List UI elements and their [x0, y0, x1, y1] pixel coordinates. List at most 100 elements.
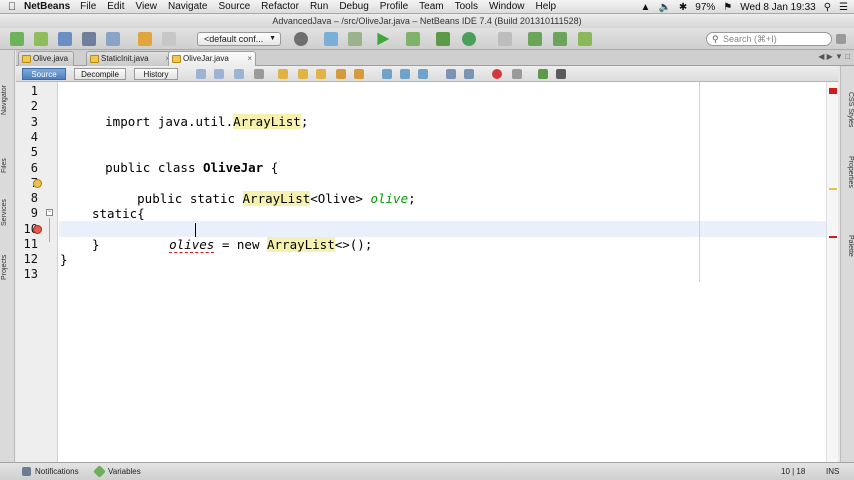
code-line-11: } [92, 237, 100, 252]
spotlight-icon[interactable]: ⚲ [824, 2, 831, 13]
code-token-field: olive [370, 191, 409, 206]
source-button[interactable]: Source [22, 68, 66, 80]
properties-tab[interactable]: Properties [842, 144, 854, 200]
uncomment-icon[interactable] [556, 69, 566, 79]
line-number-gutter[interactable]: 1 2 3 4 5 6 7 8 9 10 11 12 13 − [16, 82, 58, 462]
palette-tab[interactable]: Palette [842, 226, 854, 266]
tab-controls[interactable]: ◀ ▶ ▼ □ [818, 52, 850, 61]
new-project-icon[interactable] [34, 32, 48, 46]
tab-label: OliveJar.java [183, 54, 229, 63]
menu-help[interactable]: Help [536, 1, 557, 12]
forward-icon[interactable] [234, 69, 244, 79]
error-marker[interactable] [829, 236, 837, 238]
last-edit-icon[interactable] [196, 69, 206, 79]
menu-source[interactable]: Source [218, 1, 250, 12]
find-next-icon[interactable] [316, 69, 326, 79]
tab-olive-java[interactable]: Olive.java [18, 51, 74, 66]
fold-toggle-icon[interactable]: − [46, 209, 53, 216]
error-summary-marker[interactable] [829, 88, 837, 94]
window-title: AdvancedJava – /src/OliveJar.java – NetB… [0, 14, 854, 28]
code-token: ; [408, 191, 416, 206]
warning-marker[interactable] [829, 188, 837, 190]
java-file-icon [90, 55, 99, 63]
shift-right-icon[interactable] [464, 69, 474, 79]
menu-window[interactable]: Window [489, 1, 525, 12]
stop-macro-icon[interactable] [512, 69, 522, 79]
notifications-button[interactable]: Notifications [22, 467, 79, 476]
menu-file[interactable]: File [80, 1, 96, 12]
clock[interactable]: Wed 8 Jan 19:33 [740, 2, 815, 13]
history-forward-icon[interactable] [553, 32, 567, 46]
warning-hint-icon[interactable] [33, 179, 42, 188]
find-selection-icon[interactable] [278, 69, 288, 79]
nav-dropdown-icon[interactable] [254, 69, 264, 79]
save-all-icon[interactable] [82, 32, 96, 46]
apple-icon[interactable]:  [0, 1, 24, 13]
comment-icon[interactable] [538, 69, 548, 79]
menu-profile[interactable]: Profile [380, 1, 408, 12]
run-icon[interactable] [377, 32, 390, 46]
code-line-12: } [60, 252, 68, 267]
next-bookmark-icon[interactable] [400, 69, 410, 79]
toolbar-gray-icon[interactable] [498, 32, 512, 46]
menu-tools[interactable]: Tools [455, 1, 478, 12]
projects-tab[interactable]: Projects [1, 246, 14, 288]
tab-staticinit-java[interactable]: StaticInit.java × [86, 51, 174, 66]
list-icon[interactable]: ☰ [839, 2, 848, 13]
close-search-icon[interactable] [836, 34, 846, 44]
toggle-highlight-icon[interactable] [336, 69, 346, 79]
redo-icon[interactable] [162, 32, 176, 46]
history-button[interactable]: History [134, 68, 178, 80]
toggle-rect-select-icon[interactable] [354, 69, 364, 79]
previous-bookmark-icon[interactable] [382, 69, 392, 79]
menu-team[interactable]: Team [419, 1, 443, 12]
code-token: <>(); [334, 237, 373, 252]
line-number: 9 [30, 206, 38, 220]
undo-icon[interactable] [138, 32, 152, 46]
battery-level[interactable]: 97% [695, 2, 715, 13]
shift-left-icon[interactable] [446, 69, 456, 79]
find-previous-icon[interactable] [298, 69, 308, 79]
clean-build-icon[interactable] [348, 32, 362, 46]
variables-label: Variables [108, 467, 141, 476]
error-stripe[interactable] [826, 82, 838, 462]
menu-navigate[interactable]: Navigate [168, 1, 207, 12]
toggle-bookmark-icon[interactable] [418, 69, 428, 79]
volume-icon[interactable]: 🔈 [658, 2, 670, 13]
app-menu[interactable]: NetBeans [24, 1, 70, 12]
new-file-icon[interactable] [10, 32, 24, 46]
decompile-button[interactable]: Decompile [74, 68, 126, 80]
view-icon[interactable] [106, 32, 120, 46]
line-number: 1 [30, 84, 38, 98]
variables-button[interactable]: Variables [93, 465, 141, 478]
settings-icon[interactable] [294, 32, 308, 46]
flag-icon[interactable]: ⚑ [723, 2, 732, 13]
history-back-icon[interactable] [528, 32, 542, 46]
profile-icon[interactable] [462, 32, 476, 46]
menu-refactor[interactable]: Refactor [261, 1, 299, 12]
search-field[interactable]: ⚲ Search (⌘+I) [706, 32, 832, 46]
error-hint-icon[interactable] [33, 225, 42, 234]
close-icon[interactable]: × [247, 52, 252, 66]
css-styles-tab[interactable]: CSS Styles [842, 82, 854, 138]
step-icon[interactable] [436, 32, 450, 46]
menu-run[interactable]: Run [310, 1, 328, 12]
tab-olivejar-java[interactable]: OliveJar.java × [168, 51, 256, 66]
navigator-tab[interactable]: Navigator [1, 70, 14, 130]
back-icon[interactable] [214, 69, 224, 79]
menu-debug[interactable]: Debug [339, 1, 368, 12]
hammer-icon[interactable] [324, 32, 338, 46]
wifi-icon[interactable]: ▲ [641, 2, 651, 13]
open-project-icon[interactable] [58, 32, 72, 46]
menu-edit[interactable]: Edit [107, 1, 124, 12]
fold-guide [49, 218, 50, 242]
config-select[interactable]: <default conf... ▼ [197, 32, 281, 46]
start-macro-icon[interactable] [492, 69, 502, 79]
files-tab[interactable]: Files [1, 146, 14, 186]
memory-icon[interactable] [578, 32, 592, 46]
debug-icon[interactable] [406, 32, 420, 46]
services-tab[interactable]: Services [1, 192, 14, 234]
code-editor[interactable]: 1 2 3 4 5 6 7 8 9 10 11 12 13 − import j… [16, 82, 838, 462]
bluetooth-icon[interactable]: ✱ [679, 2, 687, 13]
menu-view[interactable]: View [136, 1, 158, 12]
